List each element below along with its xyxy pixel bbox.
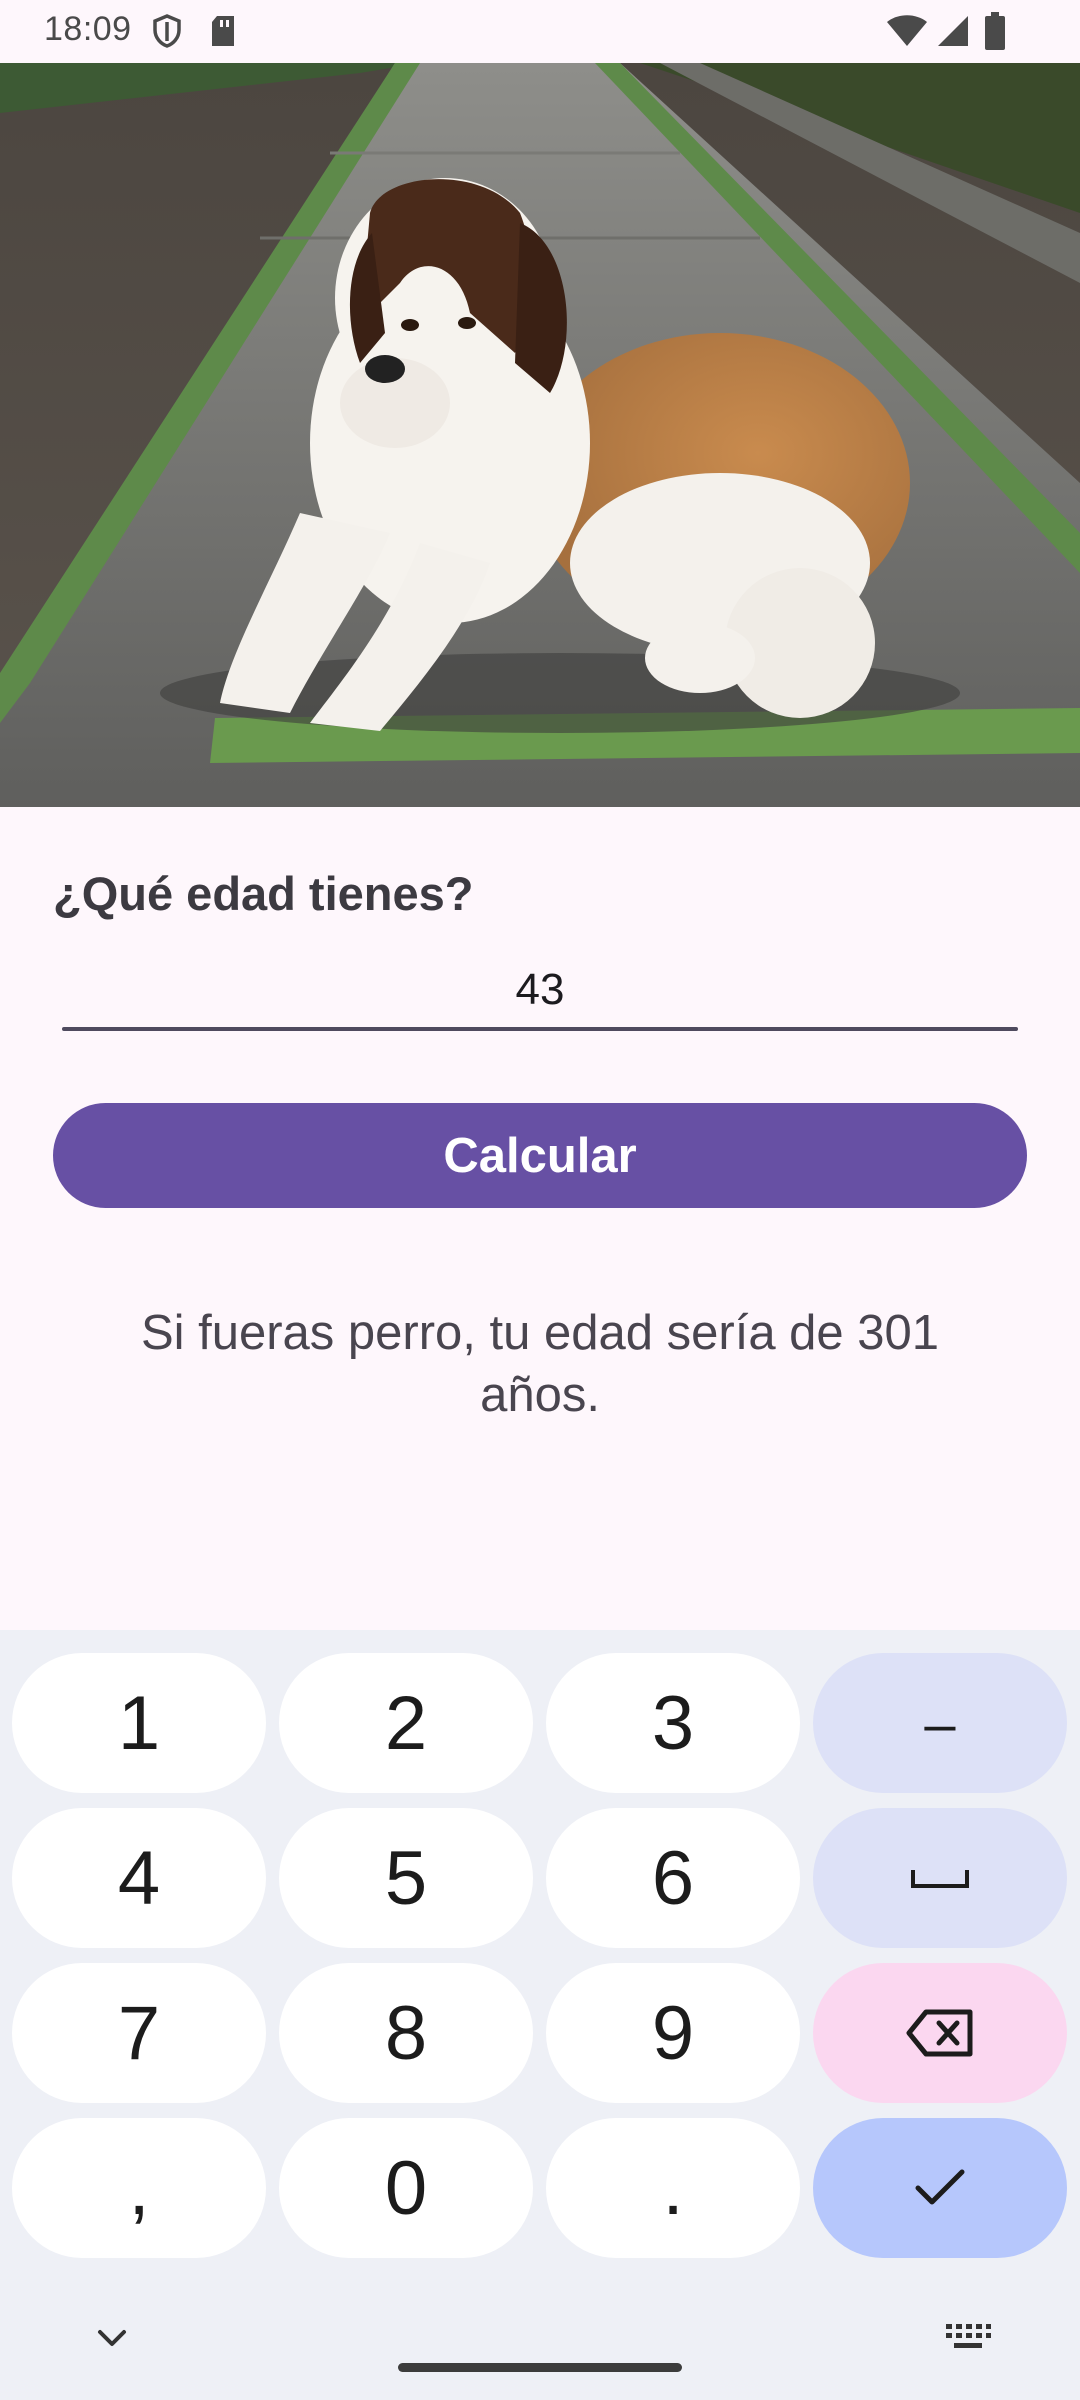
signal-icon [938,16,968,46]
space-icon [911,1870,969,1888]
age-input[interactable]: 43 [62,955,1018,1031]
key-period[interactable]: . [546,2118,800,2258]
key-4[interactable]: 4 [12,1808,266,1948]
dog-photo-illustration [0,63,1080,807]
keyboard-switch-icon[interactable] [944,2320,992,2352]
checkmark-icon [915,2169,965,2205]
key-9[interactable]: 9 [546,1963,800,2103]
dog-photo [0,63,1080,807]
shield-icon [153,14,181,48]
status-bar: 18:09 [0,0,1080,63]
key-5[interactable]: 5 [279,1808,533,1948]
battery-icon [985,12,1005,50]
key-8[interactable]: 8 [279,1963,533,2103]
sd-card-icon [212,16,234,46]
chevron-down-icon[interactable] [92,2322,132,2352]
key-6[interactable]: 6 [546,1808,800,1948]
key-backspace[interactable] [813,1963,1067,2103]
key-space[interactable] [813,1808,1067,1948]
gesture-navigation-bar[interactable] [398,2363,682,2372]
key-done[interactable] [813,2118,1067,2258]
key-3[interactable]: 3 [546,1653,800,1793]
key-comma[interactable]: , [12,2118,266,2258]
result-text: Si fueras perro, tu edad sería de 301 añ… [140,1306,940,1422]
age-input-underline [62,1027,1018,1031]
key-2[interactable]: 2 [279,1653,533,1793]
backspace-icon [906,2009,973,2057]
key-1[interactable]: 1 [12,1653,266,1793]
key-0[interactable]: 0 [279,2118,533,2258]
status-time: 18:09 [44,10,132,48]
age-question-label: ¿Qué edad tienes? [53,867,474,920]
wifi-icon [887,15,927,46]
calculate-button[interactable]: Calcular [53,1103,1027,1208]
key-dash[interactable]: – [813,1653,1067,1793]
key-7[interactable]: 7 [12,1963,266,2103]
age-input-value: 43 [515,965,565,1014]
